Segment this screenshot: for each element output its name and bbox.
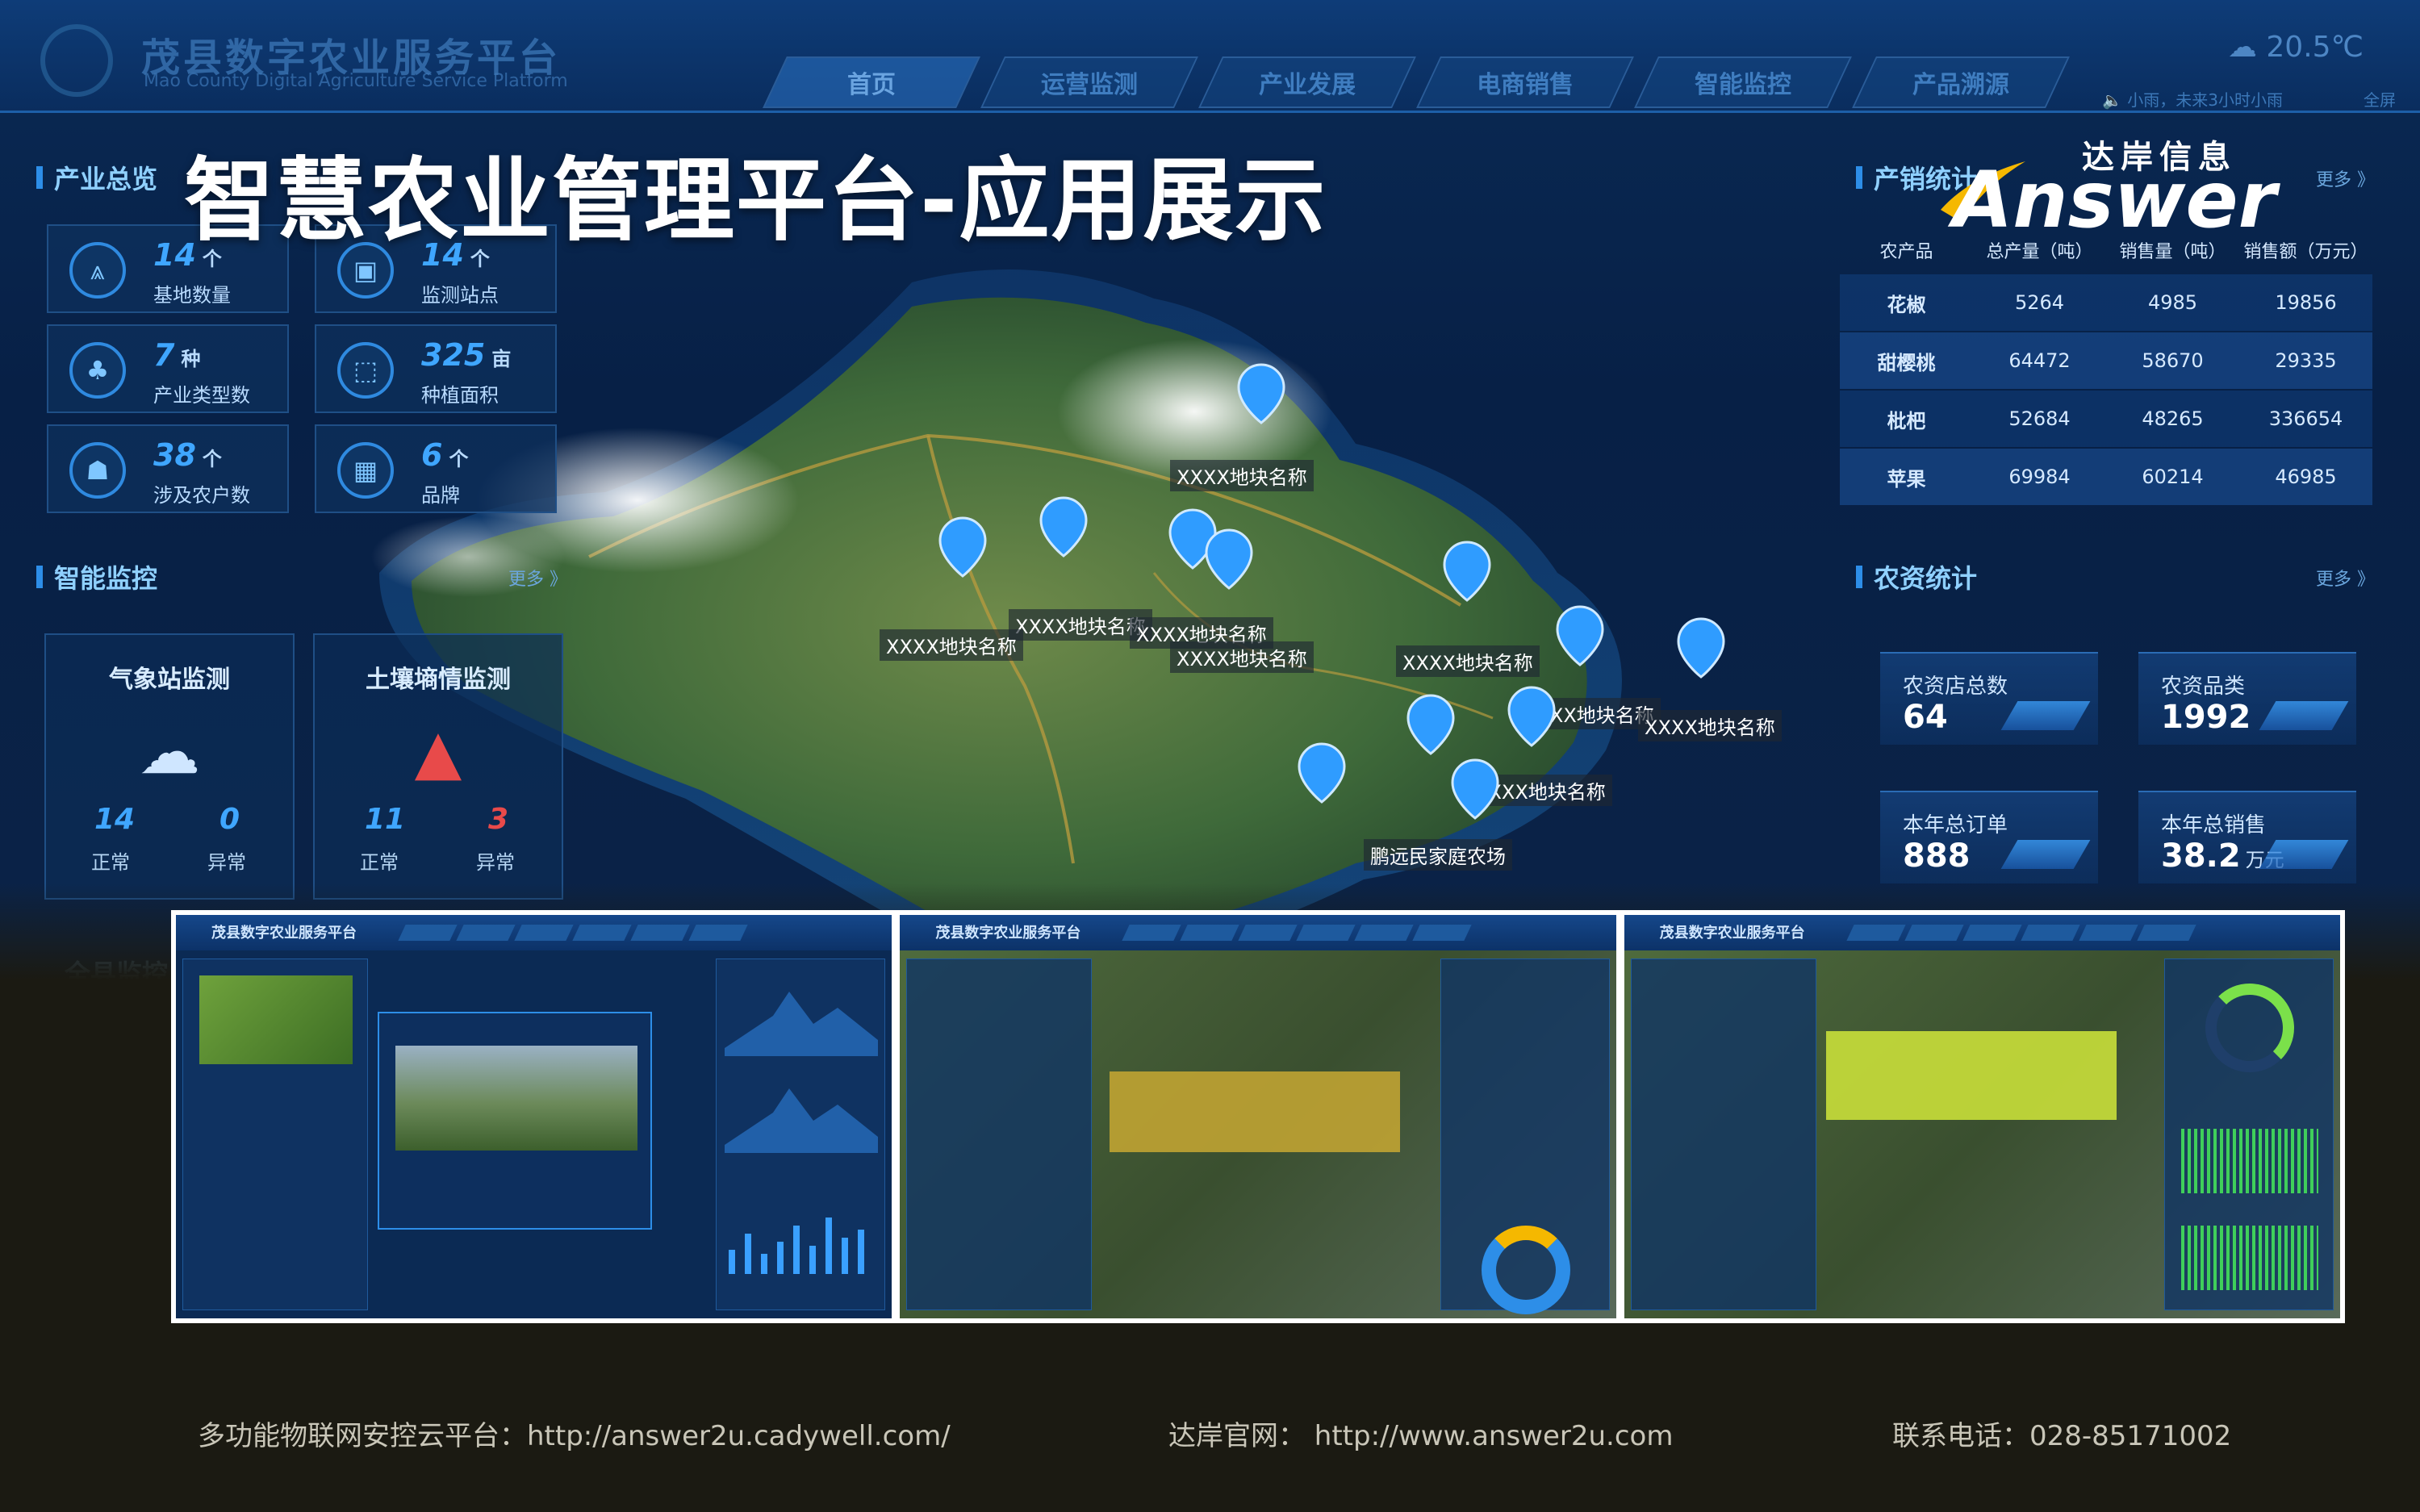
main-nav: 首页 运营监测 产业发展 电商销售 智能监控 产品溯源 (763, 56, 2070, 108)
platform-icon (2259, 840, 2349, 869)
ndvi-field (1825, 1031, 2117, 1120)
fruit-icon: ♣ (69, 342, 126, 399)
supply-more-link[interactable]: 更多 》 (2316, 565, 2375, 591)
platform-icon (2000, 701, 2091, 730)
stat-brands: ▦ 6个 品牌 (315, 424, 557, 513)
tab-ecommerce[interactable]: 电商销售 (1416, 56, 1634, 108)
overview-panel-title: 产业总览 (36, 157, 157, 198)
area-icon: ⬚ (337, 342, 394, 399)
platform-icon (2000, 840, 2091, 869)
weather-temperature: ☁ 20.5℃ (2227, 31, 2364, 64)
screenshot-monitoring: 茂县数字农业服务平台 (174, 913, 894, 1320)
farmer-icon: ☗ (69, 442, 126, 499)
table-row: 枇杷 52684 48265 336654 (1840, 391, 2372, 447)
table-row: 苹果 69984 60214 46985 (1840, 449, 2372, 505)
tab-home[interactable]: 首页 (763, 56, 980, 108)
tab-industry[interactable]: 产业发展 (1198, 56, 1416, 108)
platform-logo-icon (40, 24, 113, 97)
screenshot-field-map: 茂县数字农业服务平台 (898, 913, 1618, 1320)
monitor-more-link[interactable]: 更多 》 (508, 565, 567, 591)
trend-charts (725, 992, 879, 1274)
platform-icon (2259, 701, 2349, 730)
footer: 多功能物联网安控云平台：http://answer2u.cadywell.com… (0, 1414, 2420, 1462)
brand-logo: 达岸信息 Answer (1937, 131, 2292, 245)
screenshot-field-analysis: 茂县数字农业服务平台 (1622, 913, 2342, 1320)
sales-more-link[interactable]: 更多 》 (2316, 165, 2375, 191)
speaker-icon: 🔈 (2102, 90, 2122, 110)
footer-cloud-link[interactable]: 多功能物联网安控云平台：http://answer2u.cadywell.com… (198, 1414, 951, 1453)
fullscreen-link[interactable]: 全屏 (2364, 87, 2396, 111)
top-bar: 茂县数字农业服务平台 Mao County Digital Agricultur… (0, 0, 2420, 113)
seedling-icon: ⩓ (69, 242, 126, 299)
donut-chart (1481, 1226, 1570, 1314)
monitor-panel-title: 智能监控 (36, 557, 157, 597)
tab-traceability[interactable]: 产品溯源 (1852, 56, 2070, 108)
dashboard-preview: 茂县数字农业服务平台 Mao County Digital Agricultur… (0, 0, 2420, 980)
stat-industry-types: ♣ 7种 产业类型数 (47, 324, 289, 413)
weather-station-card: 气象站监测 ☁ 14 0 正常 异常 (44, 633, 295, 900)
sales-table: 农产品 总产量（吨） 销售量（吨） 销售额（万元） 花椒 5264 4985 1… (1840, 226, 2372, 507)
screenshot-strip: 茂县数字农业服务平台 茂县数字农业服务平台 茂县数字农业服务平台 (171, 910, 2345, 1323)
brand-icon: ▦ (337, 442, 394, 499)
footer-site-link[interactable]: 达岸官网： http://www.answer2u.com (1168, 1414, 1673, 1453)
supply-annual-orders: 本年总订单 888 (1880, 791, 2098, 883)
county-monitor-title: 全县监控 (65, 959, 169, 980)
progress-ring (2205, 984, 2294, 1072)
table-row: 花椒 5264 4985 19856 (1840, 274, 2372, 331)
crop-photo (199, 975, 353, 1064)
cloud-icon: ☁ (2227, 31, 2257, 64)
footer-phone: 联系电话：028-85171002 (1892, 1420, 2232, 1452)
weather-cloud-icon: ☁ (139, 716, 200, 787)
soil-mound-icon: ▲ (414, 716, 462, 787)
table-row: 甜樱桃 64472 58670 29335 (1840, 332, 2372, 389)
banner-title: 智慧农业管理平台-应用展示 (184, 148, 1327, 253)
highlighted-field (1110, 1071, 1401, 1152)
supply-panel-title: 农资统计 (1856, 557, 1977, 597)
landscape-photo (395, 1046, 637, 1151)
tab-operations[interactable]: 运营监测 (980, 56, 1198, 108)
terrain-map: XXXX地块名称 XXXX地块名称 XXXX地块名称 XXXX地块名称 XXXX… (347, 234, 1824, 980)
supply-annual-sales: 本年总销售 38.2万元 (2138, 791, 2356, 883)
bar-chart (2180, 1226, 2318, 1290)
system-subtitle: Mao County Digital Agriculture Service P… (144, 71, 568, 91)
supply-store-count: 农资店总数 64 (1880, 652, 2098, 745)
bar-chart (2180, 1129, 2318, 1193)
stat-planting-area: ⬚ 325 亩 种植面积 (315, 324, 557, 413)
supply-category-count: 农资品类 1992 (2138, 652, 2356, 745)
video-panel (378, 1012, 652, 1230)
stat-farmers: ☗ 38 个 涉及农户数 (47, 424, 289, 513)
weather-note: 🔈 小雨，未来3小时小雨 (2102, 90, 2283, 110)
map-pins (938, 363, 1725, 820)
soil-station-card: 土壤墒情监测 ▲ 11 3 正常 异常 (313, 633, 563, 900)
tab-monitoring[interactable]: 智能监控 (1634, 56, 1852, 108)
